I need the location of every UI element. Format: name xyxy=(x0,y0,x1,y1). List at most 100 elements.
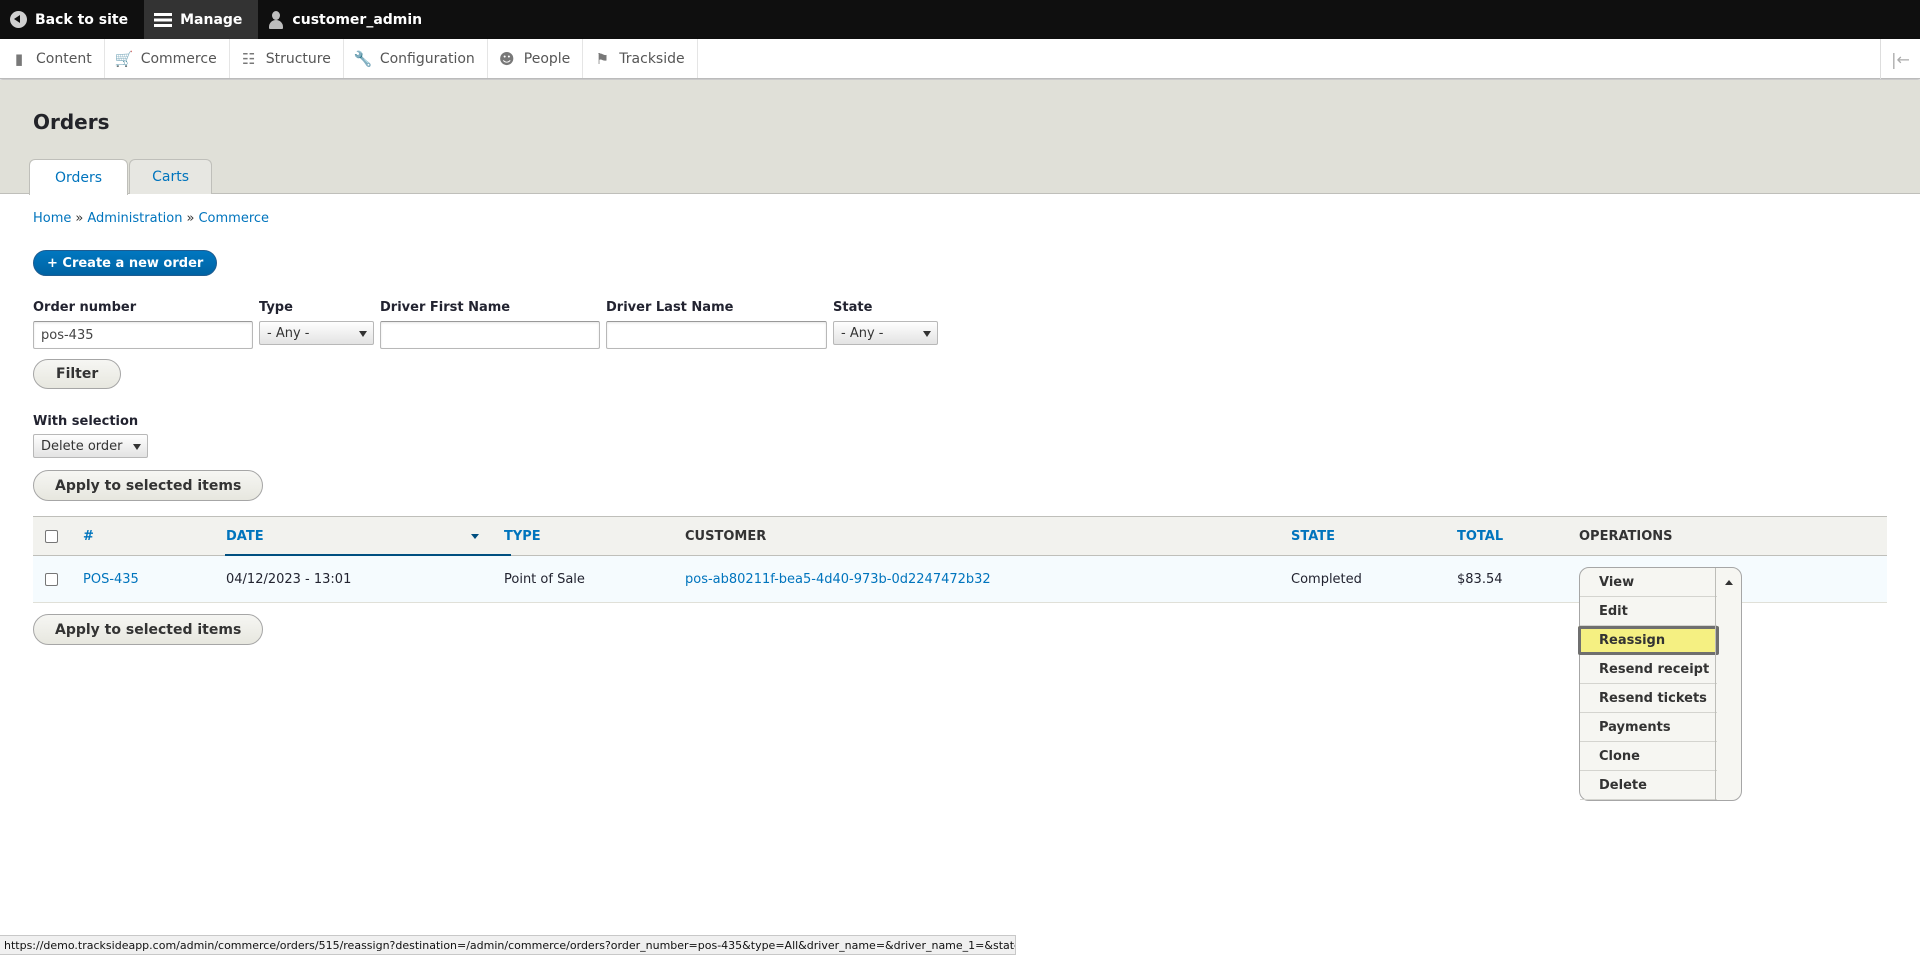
order-number-link[interactable]: POS-435 xyxy=(83,572,139,587)
operation-resend-tickets[interactable]: Resend tickets xyxy=(1580,684,1717,713)
tray-item-trackside[interactable]: ⚑ Trackside xyxy=(583,39,698,78)
tray-item-structure[interactable]: ☷ Structure xyxy=(230,39,344,78)
hamburger-menu-icon xyxy=(154,12,173,27)
operations-header-label: Operations xyxy=(1579,528,1673,544)
date-header-label: Date xyxy=(226,528,264,544)
column-header-number[interactable]: # xyxy=(83,517,94,555)
state-select-value: - Any - xyxy=(841,325,884,341)
tray-item-label: Structure xyxy=(265,50,331,67)
breadcrumb-administration[interactable]: Administration xyxy=(87,211,182,226)
operation-edit[interactable]: Edit xyxy=(1580,597,1717,626)
order-number-input[interactable]: pos-435 xyxy=(33,321,253,349)
driver-last-name-label: Driver Last Name xyxy=(606,300,734,315)
number-header-label: # xyxy=(83,528,94,544)
state-header-label: State xyxy=(1291,528,1336,544)
tab-orders[interactable]: Orders xyxy=(29,159,129,195)
order-date: 04/12/2023 - 13:01 xyxy=(226,571,352,587)
breadcrumb: Home» Administration» Commerce xyxy=(33,211,269,226)
total-header-label: Total xyxy=(1457,528,1504,544)
back-arrow-icon xyxy=(10,11,27,28)
operation-view[interactable]: View xyxy=(1580,568,1717,597)
state-select[interactable]: - Any - xyxy=(833,321,938,345)
filter-driver-last-name: Driver Last Name xyxy=(606,300,827,349)
select-all-cell xyxy=(45,517,58,555)
customer-link[interactable]: pos-ab80211f-bea5-4d40-973b-0d2247472b32 xyxy=(685,572,991,587)
filter-order-number: Order number pos-435 xyxy=(33,300,253,349)
column-header-state[interactable]: State xyxy=(1291,517,1335,555)
apply-selected-button-bottom[interactable]: Apply to selected items xyxy=(33,614,264,645)
operation-clone[interactable]: Clone xyxy=(1580,742,1717,771)
order-total: $83.54 xyxy=(1457,571,1503,587)
column-header-date[interactable]: Date xyxy=(226,517,264,555)
tray-item-commerce[interactable]: 🛒 Commerce xyxy=(105,39,230,78)
with-selection-label: With selection xyxy=(33,414,139,429)
tray-item-label: Configuration xyxy=(379,50,475,67)
filter-state: State - Any - xyxy=(833,300,938,349)
browser-status-url: https://demo.tracksideapp.com/admin/comm… xyxy=(0,935,1016,955)
wrench-icon: 🔧 xyxy=(353,49,373,68)
customer-header-label: Customer xyxy=(685,528,767,544)
order-total-cell: $83.54 xyxy=(1457,556,1503,602)
operation-delete[interactable]: Delete xyxy=(1580,771,1717,800)
back-to-site-link[interactable]: Back to site xyxy=(0,0,144,39)
tray-item-configuration[interactable]: 🔧 Configuration xyxy=(344,39,488,78)
type-select-value: - Any - xyxy=(267,325,310,341)
order-number-label: Order number xyxy=(33,300,137,315)
with-selection-field: Delete order xyxy=(33,434,148,458)
filter-type: Type - Any - xyxy=(259,300,374,349)
driver-first-name-input[interactable] xyxy=(380,321,600,349)
breadcrumb-home[interactable]: Home xyxy=(33,211,71,226)
user-icon xyxy=(268,10,284,29)
dropbutton-toggle[interactable] xyxy=(1715,568,1741,800)
customer-cell: pos-ab80211f-bea5-4d40-973b-0d2247472b32 xyxy=(685,556,991,602)
page-title: Orders xyxy=(33,110,110,134)
tray-item-people[interactable]: ☻ People xyxy=(488,39,584,78)
operation-payments[interactable]: Payments xyxy=(1580,713,1717,742)
manage-label: Manage xyxy=(180,11,243,28)
breadcrumb-commerce[interactable]: Commerce xyxy=(198,211,269,226)
people-icon: ☻ xyxy=(498,49,515,68)
order-state: Completed xyxy=(1291,571,1362,587)
filter-button[interactable]: Filter xyxy=(33,359,122,389)
document-icon: ▮ xyxy=(14,49,24,68)
operation-resend-receipt[interactable]: Resend receipt xyxy=(1580,655,1717,684)
row-checkbox[interactable] xyxy=(45,572,58,586)
column-header-customer: Customer xyxy=(685,517,766,555)
order-number-cell: POS-435 xyxy=(83,556,139,602)
collapse-icon: |← xyxy=(1891,49,1910,69)
cart-icon: 🛒 xyxy=(114,49,134,68)
primary-tabs: Orders Carts xyxy=(29,159,212,195)
tray-item-label: Trackside xyxy=(619,50,685,67)
order-type-cell: Point of Sale xyxy=(504,556,585,602)
apply-selected-button-top[interactable]: Apply to selected items xyxy=(33,470,264,501)
tray-item-label: Commerce xyxy=(140,50,217,67)
create-order-button[interactable]: + Create a new order xyxy=(33,250,218,276)
checkered-flag-icon: ⚑ xyxy=(595,49,610,68)
tray-item-content[interactable]: ▮ Content xyxy=(0,39,105,78)
user-account-tab[interactable]: customer_admin xyxy=(258,0,438,39)
breadcrumb-separator: » xyxy=(186,211,195,226)
user-label: customer_admin xyxy=(292,11,423,28)
column-header-total[interactable]: Total xyxy=(1457,517,1503,555)
type-select[interactable]: - Any - xyxy=(259,321,374,345)
type-header-label: Type xyxy=(504,528,541,544)
operation-reassign[interactable]: Reassign xyxy=(1578,626,1719,655)
type-label: Type xyxy=(259,300,293,315)
admin-tray: ▮ Content 🛒 Commerce ☷ Structure 🔧 Confi… xyxy=(0,39,1920,79)
select-all-checkbox[interactable] xyxy=(45,529,58,543)
filter-form: Order number pos-435 Type - Any - Driver… xyxy=(33,300,938,349)
order-state-cell: Completed xyxy=(1291,556,1362,602)
tab-carts[interactable]: Carts xyxy=(129,159,212,194)
breadcrumb-separator: » xyxy=(75,211,84,226)
state-label: State xyxy=(833,300,873,315)
column-header-type[interactable]: Type xyxy=(504,517,541,555)
admin-toolbar: Back to site Manage customer_admin xyxy=(0,0,1920,39)
driver-last-name-input[interactable] xyxy=(606,321,827,349)
bulk-action-select[interactable]: Delete order xyxy=(33,434,148,458)
filter-driver-first-name: Driver First Name xyxy=(380,300,600,349)
tray-orientation-toggle[interactable]: |← xyxy=(1880,39,1920,79)
tray-item-label: Content xyxy=(36,50,92,67)
sort-descending-icon xyxy=(471,534,479,539)
manage-tab[interactable]: Manage xyxy=(144,0,259,39)
driver-first-name-label: Driver First Name xyxy=(380,300,511,315)
